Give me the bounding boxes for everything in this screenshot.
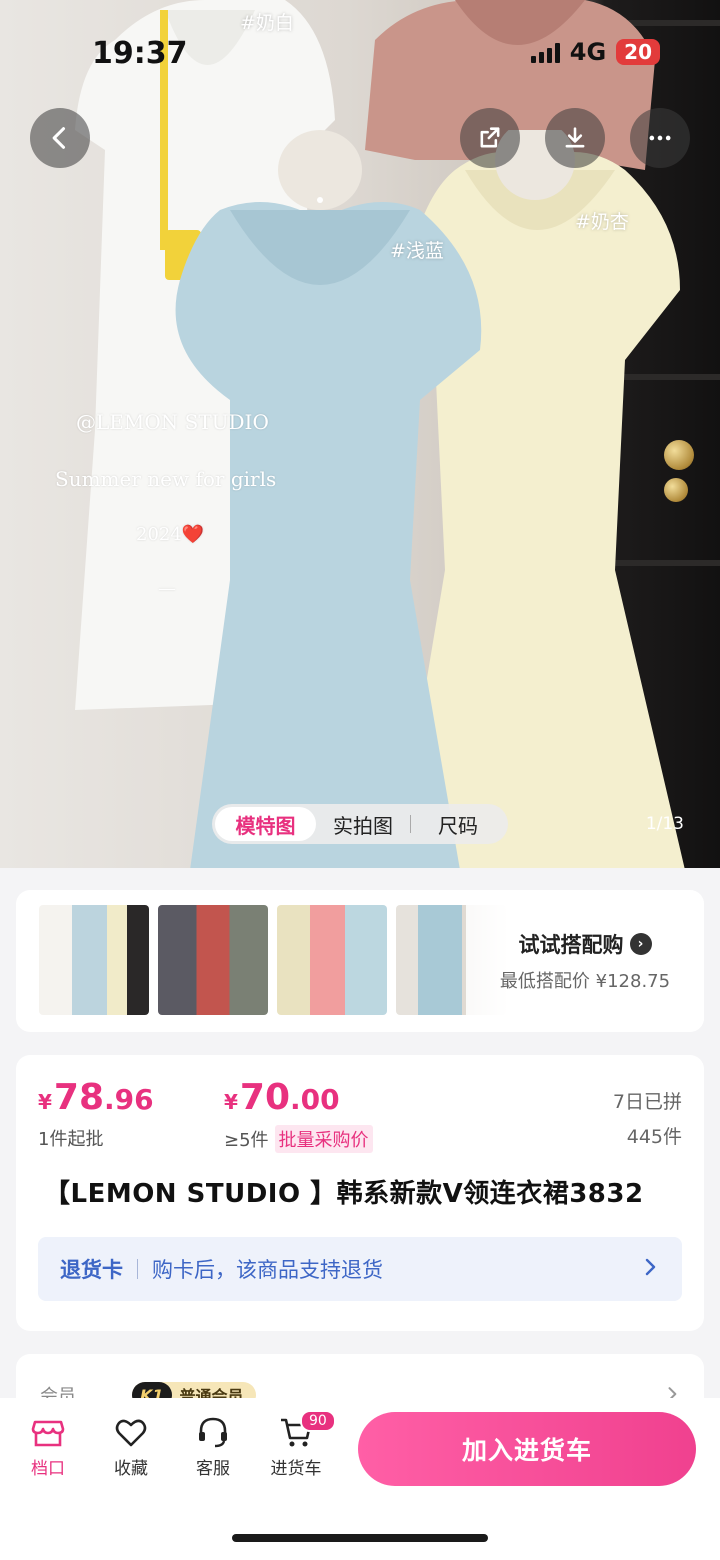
- sold-count: 445件: [626, 1126, 682, 1148]
- share-button[interactable]: [460, 108, 520, 168]
- network-label: 4G: [569, 38, 607, 66]
- heart-icon: [115, 1419, 147, 1447]
- match-purchase-box[interactable]: 试试搭配购 › 最低搭配价 ¥128.75: [466, 890, 704, 1032]
- refund-text: 购卡后，该商品支持退货: [152, 1258, 383, 1282]
- color-tag: #奶杏: [575, 211, 629, 233]
- divider: [137, 1259, 138, 1279]
- back-button[interactable]: [30, 108, 90, 168]
- bulk-price-badge: 批量采购价: [274, 1125, 373, 1153]
- add-to-cart-button[interactable]: 加入进货车: [358, 1412, 696, 1486]
- shop-icon: [31, 1420, 65, 1447]
- match-subtitle: 最低搭配价 ¥128.75: [499, 971, 671, 992]
- watermark-studio: @LEMON STUDIO: [76, 410, 269, 434]
- chevron-left-icon: [52, 127, 66, 149]
- single-price-note: 1件起批: [38, 1129, 104, 1150]
- tab-real-photos[interactable]: 实拍图: [316, 807, 410, 841]
- refund-card-banner[interactable]: 退货卡 购卡后，该商品支持退货: [38, 1237, 682, 1301]
- signal-icon: [530, 41, 560, 63]
- download-icon: [565, 127, 585, 148]
- status-indicators: 4G 20: [530, 38, 660, 66]
- thumbnail-image[interactable]: [277, 905, 387, 1015]
- share-icon: [480, 127, 500, 148]
- color-tag: #奶白: [240, 12, 294, 34]
- sold-label: 7日已拼: [612, 1091, 682, 1113]
- image-type-switcher: 模特图 实拍图 尺码: [212, 804, 508, 844]
- status-time: 19:37: [92, 36, 188, 71]
- nav-cart[interactable]: 进货车 90: [256, 1410, 336, 1479]
- nav-shop[interactable]: 档口: [8, 1414, 88, 1479]
- product-image-carousel[interactable]: 19:37 4G 20 @LEMON STUDIO Summer new for…: [0, 0, 720, 868]
- dress-blue-image: [175, 130, 482, 868]
- product-title: 【LEMON STUDIO 】韩系新款V领连衣裙3832: [44, 1179, 644, 1209]
- thumbnail-image[interactable]: [158, 905, 268, 1015]
- download-button[interactable]: [545, 108, 605, 168]
- nav-favorite[interactable]: 收藏: [91, 1414, 171, 1479]
- match-title: 试试搭配购: [518, 933, 624, 957]
- chevron-right-icon: [645, 1258, 656, 1276]
- image-counter: 1/13: [645, 814, 684, 834]
- watermark-year: 2024❤️: [136, 524, 205, 545]
- sales-stats: 7日已拼 445件: [613, 1085, 682, 1155]
- bottom-action-bar: 档口 收藏 客服 进货车 90 加入进货车: [0, 1398, 720, 1560]
- chevron-right-icon: ›: [629, 933, 652, 955]
- more-button[interactable]: [630, 108, 690, 168]
- home-indicator[interactable]: [232, 1534, 488, 1542]
- thumbnail-image[interactable]: [39, 905, 149, 1015]
- headset-icon: [199, 1417, 227, 1448]
- cart-count-badge: 90: [300, 1410, 336, 1432]
- bulk-price: ¥ 70 .00: [224, 1077, 340, 1118]
- price-card: ¥ 78 .96 1件起批 ¥ 70 .00 ≥5件 批量采购价 7日已拼 44…: [16, 1055, 704, 1331]
- battery-icon: 20: [616, 39, 660, 65]
- single-price: ¥ 78 .96: [38, 1077, 154, 1118]
- tab-model-photos[interactable]: 模特图: [215, 807, 316, 841]
- refund-tag: 退货卡: [60, 1258, 123, 1282]
- nav-customer-service[interactable]: 客服: [173, 1414, 253, 1479]
- outfit-match-card[interactable]: 试试搭配购 › 最低搭配价 ¥128.75: [16, 890, 704, 1032]
- watermark-dash: —: [158, 578, 176, 599]
- bulk-price-note: ≥5件 批量采购价: [224, 1125, 373, 1153]
- tab-size[interactable]: 尺码: [411, 807, 505, 841]
- more-icon: [649, 135, 671, 141]
- watermark-line2: Summer new for girls: [55, 467, 277, 491]
- color-tag: #浅蓝: [390, 240, 444, 262]
